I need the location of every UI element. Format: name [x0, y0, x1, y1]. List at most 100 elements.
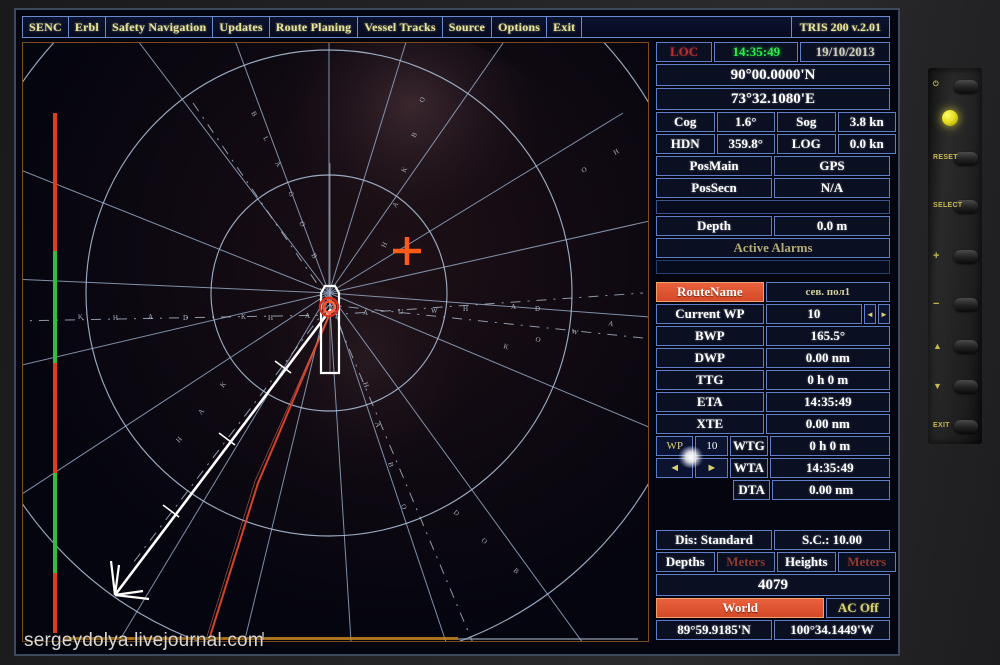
- wta-label: WTA: [730, 458, 767, 478]
- decrease-button[interactable]: [954, 298, 978, 311]
- device-housing: SENC Erbl Safety Navigation Updates Rout…: [0, 0, 1000, 665]
- menu-item-route-planing[interactable]: Route Planing: [270, 17, 359, 37]
- dwp-label: DWP: [656, 348, 764, 368]
- xte-row: XTE 0.00 nm: [656, 414, 890, 434]
- depth-value: 0.0 m: [774, 216, 890, 236]
- current-wp-stepper[interactable]: ◄ ►: [864, 304, 890, 324]
- ttg-value: 0 h 0 m: [766, 370, 890, 390]
- date-display: 19/10/2013: [800, 42, 890, 62]
- menu-spacer: [582, 17, 791, 37]
- posmain-value: GPS: [774, 156, 890, 176]
- units-row[interactable]: Depths Meters Heights Meters: [656, 552, 890, 572]
- up-button[interactable]: [954, 340, 978, 353]
- current-wp-row[interactable]: Current WP 10 ◄ ►: [656, 304, 890, 324]
- exit-button[interactable]: [954, 420, 978, 433]
- hardware-button-bezel: ⏻ RESET SELECT + − ▲ ▼ EXIT: [928, 68, 982, 444]
- heights-label: Heights: [777, 552, 836, 572]
- latitude-value: 90°00.0000'N: [656, 64, 890, 86]
- chart-scale-value: 4079: [656, 574, 890, 596]
- wta-row[interactable]: ◄ ► WTA 14:35:49: [656, 458, 890, 478]
- bwp-row: BWP 165.5°: [656, 326, 890, 346]
- sog-label: Sog: [777, 112, 836, 132]
- heights-unit-value[interactable]: Meters: [838, 552, 897, 572]
- route-name-row[interactable]: RouteName сев. пол1: [656, 282, 890, 302]
- svg-text:D: D: [535, 305, 540, 313]
- safety-contour-value[interactable]: S.C.: 10.00: [774, 530, 890, 550]
- menu-item-senc[interactable]: SENC: [23, 17, 69, 37]
- panel-spacer-2: [656, 260, 890, 274]
- svg-text:H: H: [463, 305, 468, 313]
- svg-text:K: K: [241, 313, 246, 321]
- eta-value: 14:35:49: [766, 392, 890, 412]
- current-wp-label: Current WP: [656, 304, 764, 324]
- menu-item-options[interactable]: Options: [492, 17, 547, 37]
- svg-text:H: H: [268, 314, 273, 322]
- depths-label: Depths: [656, 552, 715, 572]
- latitude-row: 90°00.0000'N: [656, 64, 890, 86]
- display-mode-value[interactable]: Dis: Standard: [656, 530, 772, 550]
- possecn-row: PosSecn N/A: [656, 178, 890, 198]
- svg-text:A: A: [511, 303, 516, 311]
- svg-text:D: D: [183, 314, 188, 322]
- minus-icon: −: [933, 298, 940, 310]
- current-wp-prev-button[interactable]: ◄: [864, 304, 876, 324]
- posmain-label: PosMain: [656, 156, 772, 176]
- cursor-position-row: 89°59.9185'N 100°34.1449'W: [656, 620, 890, 640]
- menu-item-source[interactable]: Source: [443, 17, 492, 37]
- power-icon: ⏻: [933, 81, 939, 89]
- menu-item-updates[interactable]: Updates: [213, 17, 269, 37]
- menu-item-safety-navigation[interactable]: Safety Navigation: [106, 17, 213, 37]
- route-name-label[interactable]: RouteName: [656, 282, 764, 302]
- increase-button[interactable]: [954, 250, 978, 263]
- display-settings-row[interactable]: Dis: Standard S.C.: 10.00: [656, 530, 890, 550]
- svg-text:U: U: [398, 308, 403, 316]
- ttg-row: TTG 0 h 0 m: [656, 370, 890, 390]
- longitude-row: 73°32.1080'E: [656, 88, 890, 110]
- svg-text:A: A: [305, 312, 310, 320]
- active-alarms-banner[interactable]: Active Alarms: [656, 238, 890, 258]
- world-ac-row[interactable]: World AC Off: [656, 598, 890, 618]
- wta-value: 14:35:49: [770, 458, 890, 478]
- navigation-data-panel: LOC 14:35:49 19/10/2013 90°00.0000'N 73°…: [656, 42, 890, 642]
- world-chart-button[interactable]: World: [656, 598, 824, 618]
- menu-item-vessel-tracks[interactable]: Vessel Tracks: [358, 17, 442, 37]
- plus-icon: +: [933, 250, 940, 262]
- chevron-down-icon: ▼: [933, 381, 942, 391]
- depth-label: Depth: [656, 216, 772, 236]
- hdn-label: HDN: [656, 134, 715, 154]
- exit-label: EXIT: [933, 422, 950, 429]
- menu-item-exit[interactable]: Exit: [547, 17, 582, 37]
- active-alarms-row[interactable]: Active Alarms: [656, 238, 890, 258]
- bwp-value: 165.5°: [766, 326, 890, 346]
- ac-status-value[interactable]: AC Off: [826, 598, 890, 618]
- sog-value: 3.8 kn: [838, 112, 897, 132]
- clock-display: 14:35:49: [714, 42, 798, 62]
- posmain-row: PosMain GPS: [656, 156, 890, 176]
- wp-prev-button[interactable]: ◄: [656, 458, 693, 478]
- log-label: LOG: [777, 134, 836, 154]
- cog-sog-row: Cog 1.6° Sog 3.8 kn: [656, 112, 890, 132]
- log-value: 0.0 kn: [838, 134, 897, 154]
- dwp-row: DWP 0.00 nm: [656, 348, 890, 368]
- panel-spacer-1: [656, 200, 890, 214]
- depths-unit-value[interactable]: Meters: [717, 552, 776, 572]
- enc-chart-viewport[interactable]: K H A D K H A A U W H A D B L A G: [22, 42, 649, 642]
- current-wp-next-button[interactable]: ►: [878, 304, 890, 324]
- down-button[interactable]: [954, 380, 978, 393]
- menu-item-erbl[interactable]: Erbl: [69, 17, 106, 37]
- svg-text:A: A: [363, 309, 368, 317]
- eta-row: ETA 14:35:49: [656, 392, 890, 412]
- time-date-row: LOC 14:35:49 19/10/2013: [656, 42, 890, 62]
- wtg-row[interactable]: WP 10 WTG 0 h 0 m: [656, 436, 890, 456]
- dta-value: 0.00 nm: [772, 480, 890, 500]
- svg-text:K: K: [78, 313, 83, 321]
- photo-watermark: sergeydolya.livejournal.com: [24, 630, 264, 652]
- possecn-value: N/A: [774, 178, 890, 198]
- cog-value: 1.6°: [717, 112, 776, 132]
- wp-next-button[interactable]: ►: [695, 458, 728, 478]
- bwp-label: BWP: [656, 326, 764, 346]
- depth-row: Depth 0.0 m: [656, 216, 890, 236]
- software-version-label: TRIS 200 v.2.01: [792, 17, 889, 37]
- svg-text:W: W: [431, 307, 438, 315]
- power-button[interactable]: [954, 80, 978, 93]
